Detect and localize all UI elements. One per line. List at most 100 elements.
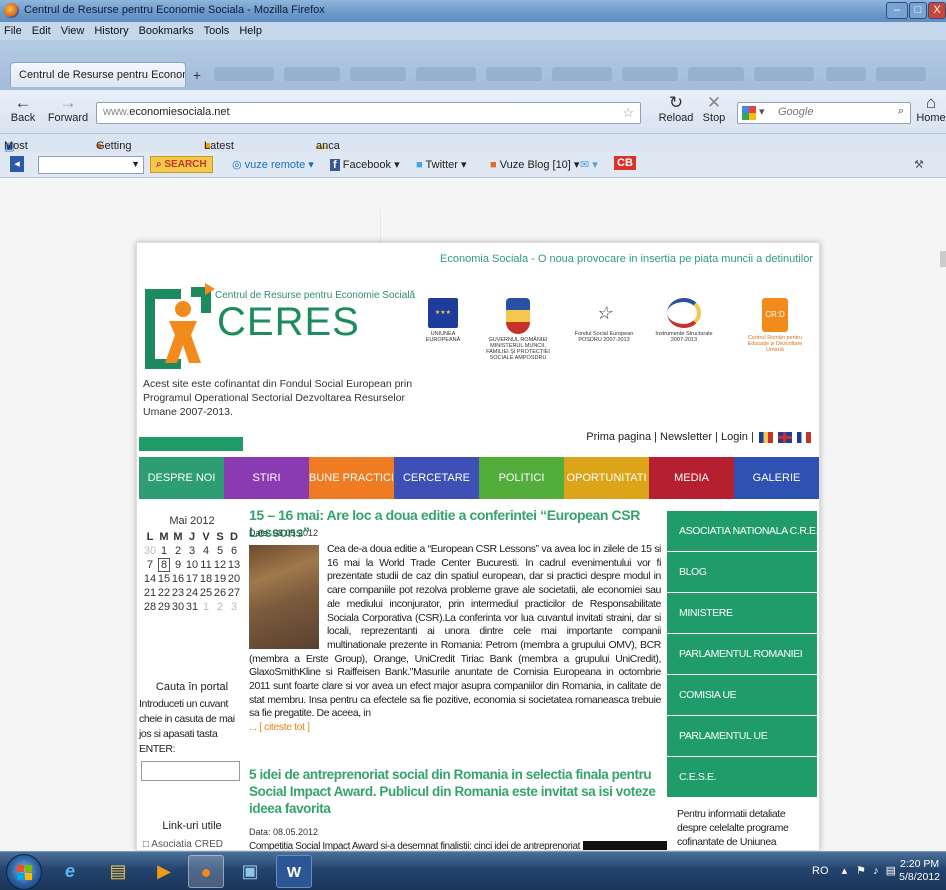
- calendar-day[interactable]: 28: [143, 600, 157, 614]
- firefox-taskbar-icon[interactable]: ●: [188, 855, 224, 888]
- menu-edit[interactable]: Edit: [32, 22, 51, 40]
- calendar-day[interactable]: 15: [157, 572, 171, 586]
- calendar-day[interactable]: 24: [185, 586, 199, 600]
- cb-button[interactable]: CB: [614, 156, 636, 170]
- portal-search-input[interactable]: [141, 761, 240, 781]
- menu-tools[interactable]: Tools: [204, 22, 230, 40]
- eu-logo[interactable]: ★★★ UNIUNEA EUROPEANĂ: [421, 298, 465, 343]
- reload-button[interactable]: ↻ Reload: [656, 94, 696, 125]
- background-tab[interactable]: [826, 67, 866, 81]
- app-taskbar-icon[interactable]: ▣: [232, 855, 268, 888]
- language-indicator[interactable]: RO: [812, 865, 829, 877]
- nav-item-politici[interactable]: POLITICI: [479, 457, 564, 499]
- calendar-day[interactable]: 1: [199, 600, 213, 614]
- menu-view[interactable]: View: [61, 22, 85, 40]
- menu-history[interactable]: History: [94, 22, 128, 40]
- background-tab[interactable]: [214, 67, 274, 81]
- cred-logo[interactable]: CR:D Centrul Român pentru Educație și De…: [741, 298, 809, 353]
- calendar-day[interactable]: 20: [227, 572, 241, 586]
- flag-icon[interactable]: ⚑: [856, 865, 866, 877]
- right-nav-item[interactable]: PARLAMENTUL UE: [667, 716, 817, 757]
- background-tab[interactable]: [350, 67, 406, 81]
- calendar-day[interactable]: 1: [157, 544, 171, 558]
- government-logo[interactable]: GUVERNUL ROMÂNIEI MINISTERUL MUNCII, FAM…: [483, 298, 553, 361]
- nav-item-despre-noi[interactable]: DESPRE NOI: [139, 457, 224, 499]
- wrench-icon[interactable]: ⚒: [914, 158, 924, 171]
- nav-item-stiri[interactable]: STIRI: [224, 457, 309, 499]
- bookmark-star-icon[interactable]: ☆: [622, 105, 634, 121]
- calendar-day[interactable]: 12: [213, 558, 227, 572]
- right-nav-item[interactable]: ASOCIATIA NATIONALA C.R.E.S.: [667, 511, 819, 552]
- calendar-day[interactable]: 18: [199, 572, 213, 586]
- menu-help[interactable]: Help: [239, 22, 262, 40]
- calendar-day[interactable]: 31: [185, 600, 199, 614]
- volume-icon[interactable]: ♪: [873, 865, 879, 877]
- background-tab[interactable]: [416, 67, 476, 81]
- right-nav-item[interactable]: BLOG: [667, 552, 817, 593]
- search-engine-dropdown-icon[interactable]: ▾: [759, 105, 765, 118]
- calendar-day[interactable]: 3: [185, 544, 199, 558]
- word-taskbar-icon[interactable]: W: [276, 855, 312, 888]
- menu-bookmarks[interactable]: Bookmarks: [139, 22, 194, 40]
- nav-item-media[interactable]: MEDIA: [649, 457, 734, 499]
- calendar-day[interactable]: 10: [185, 558, 199, 572]
- magnifier-icon[interactable]: ⌕: [898, 105, 904, 118]
- media-player-taskbar-icon[interactable]: ▶: [146, 855, 182, 888]
- calendar-day[interactable]: 7: [143, 558, 157, 572]
- background-tab[interactable]: [552, 67, 612, 81]
- calendar-day[interactable]: 17: [185, 572, 199, 586]
- search-field[interactable]: ▾ Google ⌕: [737, 102, 911, 124]
- nav-item-galerie[interactable]: GALERIE: [734, 457, 819, 499]
- home-button[interactable]: ⌂ Home: [916, 94, 946, 125]
- tray-expand-icon[interactable]: ▴: [842, 865, 848, 877]
- vuze-twitter[interactable]: ■ Twitter ▾: [416, 158, 467, 171]
- right-nav-item[interactable]: COMISIA UE: [667, 675, 817, 716]
- background-tab[interactable]: [486, 67, 542, 81]
- calendar-day[interactable]: 16: [171, 572, 185, 586]
- vuze-logo-icon[interactable]: ◂: [10, 156, 24, 172]
- forward-button[interactable]: → Forward: [42, 94, 94, 125]
- background-tab[interactable]: [688, 67, 744, 81]
- calendar-day[interactable]: 30: [143, 544, 157, 558]
- calendar-day[interactable]: 3: [227, 600, 241, 614]
- vuze-facebook[interactable]: f Facebook ▾: [330, 158, 400, 171]
- calendar-day[interactable]: 30: [171, 600, 185, 614]
- calendar-day[interactable]: 2: [171, 544, 185, 558]
- clock[interactable]: 2:20 PM 5/8/2012: [899, 858, 940, 884]
- calendar-day[interactable]: 14: [143, 572, 157, 586]
- calendar-day[interactable]: 21: [143, 586, 157, 600]
- flag-fr-icon[interactable]: [797, 431, 811, 443]
- vuze-blog[interactable]: ■ Vuze Blog [10] ▾: [490, 158, 579, 171]
- calendar-day[interactable]: 19: [213, 572, 227, 586]
- menu-file[interactable]: File: [4, 22, 22, 40]
- scroll-thumb[interactable]: [940, 251, 946, 267]
- flag-uk-icon[interactable]: [777, 431, 792, 443]
- article-2-image[interactable]: [583, 841, 667, 850]
- background-tab[interactable]: [622, 67, 678, 81]
- calendar-day[interactable]: 23: [171, 586, 185, 600]
- article-2-title[interactable]: 5 idei de antreprenoriat social din Roma…: [249, 766, 665, 817]
- vuze-mail[interactable]: ✉ ▾: [580, 158, 598, 171]
- top-links-text[interactable]: Prima pagina | Newsletter | Login |: [586, 431, 754, 443]
- calendar-day[interactable]: 27: [227, 586, 241, 600]
- useful-link-item[interactable]: □ Asociatia CRED: [143, 839, 241, 850]
- structural-instruments-logo[interactable]: Instrumente Structurale 2007-2013: [653, 298, 715, 343]
- vuze-remote[interactable]: ◎ vuze remote ▾: [232, 158, 314, 171]
- maximize-button[interactable]: □: [909, 2, 927, 19]
- read-more-link[interactable]: ... [ citeste tot ]: [249, 721, 310, 733]
- calendar-day[interactable]: 5: [213, 544, 227, 558]
- calendar-day[interactable]: 2: [213, 600, 227, 614]
- tab-active[interactable]: Centrul de Resurse pentru Economie Soc..…: [10, 62, 186, 87]
- background-tab[interactable]: [284, 67, 340, 81]
- right-nav-item[interactable]: MINISTERE: [667, 593, 817, 634]
- calendar-day[interactable]: 9: [171, 558, 185, 572]
- nav-item-cercetare[interactable]: CERCETARE: [394, 457, 479, 499]
- calendar-day[interactable]: 4: [199, 544, 213, 558]
- minimize-button[interactable]: –: [886, 2, 908, 19]
- background-tab[interactable]: [754, 67, 814, 81]
- right-nav-item[interactable]: PARLAMENTUL ROMANIEI: [667, 634, 817, 675]
- ie-taskbar-icon[interactable]: e: [52, 855, 88, 888]
- vuze-search-button[interactable]: ⌕ SEARCH: [150, 156, 213, 173]
- calendar-day[interactable]: 13: [227, 558, 241, 572]
- new-tab-button[interactable]: +: [188, 65, 206, 85]
